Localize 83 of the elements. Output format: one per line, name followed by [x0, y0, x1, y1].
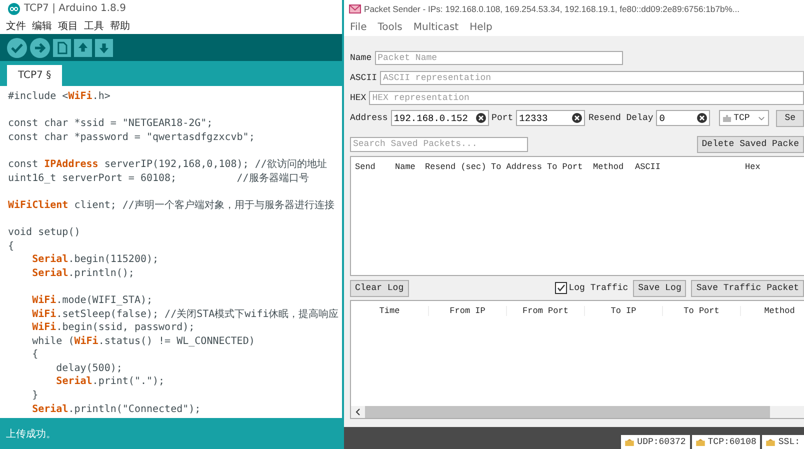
port-indicator: TCP:60108	[692, 435, 760, 449]
file-tab[interactable]: TCP7 §	[7, 65, 62, 86]
port-icon	[766, 438, 776, 446]
menu-item[interactable]: 项目	[58, 18, 78, 32]
column-header[interactable]: Hex	[745, 162, 804, 172]
code-line: const char *ssid = "NETGEAR18-2G";	[8, 117, 213, 131]
envelope-icon	[349, 3, 361, 15]
column-header[interactable]: From Port	[507, 306, 585, 316]
address-field[interactable]: 192.168.0.152	[390, 110, 489, 126]
status-message: 上传成功。	[6, 428, 56, 440]
field-label: Port	[492, 113, 514, 123]
code-line: #include <WiFi.h>	[8, 90, 110, 104]
document-icon[interactable]	[53, 38, 71, 56]
menu-item[interactable]: Tools	[378, 22, 402, 32]
column-header[interactable]: To Address	[491, 162, 547, 172]
menu-item[interactable]: Help	[470, 22, 492, 32]
network-icon	[722, 114, 731, 122]
protocol-dropdown[interactable]: TCP	[718, 110, 770, 126]
field-label: ASCII	[350, 73, 378, 83]
column-header[interactable]: Send	[355, 162, 395, 172]
checkmark-icon	[556, 283, 566, 293]
save-traffic-packets-button[interactable]: Save Traffic Packet	[691, 280, 804, 296]
check-icon[interactable]	[7, 38, 27, 58]
code-line: {	[8, 240, 14, 254]
code-line: const IPAddress serverIP(192,168,0,108); //欲访问的地址	[8, 158, 327, 172]
column-header[interactable]: To Port	[663, 306, 741, 316]
delete-saved-packets-button[interactable]: Delete Saved Packe	[696, 136, 804, 152]
port-field[interactable]: 12333	[516, 110, 586, 126]
clear-icon[interactable]	[572, 113, 582, 123]
column-header[interactable]: To Port	[547, 162, 593, 172]
column-header[interactable]: Method	[741, 306, 804, 316]
menu-item[interactable]: 文件	[6, 18, 26, 32]
code-line: Serial.println();	[31, 266, 134, 280]
column-header[interactable]: Name	[395, 162, 425, 172]
column-header[interactable]: Method	[593, 162, 635, 172]
code-line: while (WiFi.status() != WL_CONNECTED)	[31, 334, 255, 348]
code-line: delay(500);	[55, 362, 122, 376]
code-line: WiFi.begin(ssid, password);	[31, 321, 195, 335]
port-indicator: UDP:60372	[621, 435, 690, 449]
menu-item[interactable]: 编辑	[32, 18, 52, 32]
code-line: WiFiClient client; //声明一个客户端对象，用于与服务器进行连接	[8, 198, 334, 212]
chevron-down-icon	[758, 116, 766, 120]
menu-item[interactable]: File	[350, 22, 367, 32]
resend-delay-field[interactable]: 0	[656, 110, 710, 126]
menu-item[interactable]: 帮助	[110, 18, 130, 32]
column-header[interactable]: Time	[351, 306, 429, 316]
search-field[interactable]: Search Saved Packets...	[350, 136, 528, 152]
code-line: uint16_t serverPort = 60108; //服务器端口号	[8, 172, 309, 186]
code-line: Serial.begin(115200);	[31, 253, 159, 267]
port-icon	[625, 438, 634, 446]
port-indicator: SSL:	[762, 435, 804, 449]
column-header[interactable]: To IP	[585, 306, 663, 316]
clear-icon[interactable]	[696, 113, 707, 123]
menu-item[interactable]: Multicast	[413, 22, 459, 32]
code-line: }	[31, 389, 38, 403]
horizontal-scrollbar[interactable]	[351, 406, 804, 418]
code-line: Serial.print(".");	[55, 375, 165, 390]
code-line: const char *password = "qwertasdfgzxcvb";	[8, 130, 255, 144]
code-line: {	[31, 348, 38, 362]
name-field[interactable]: Packet Name	[374, 51, 623, 65]
field-label: Name	[350, 53, 372, 63]
arduino-logo-icon	[8, 2, 20, 14]
code-line: WiFi.mode(WIFI_STA);	[31, 294, 153, 308]
column-header[interactable]: Resend (sec)	[425, 162, 491, 172]
clear-icon[interactable]	[476, 113, 486, 123]
field-label: Resend Delay	[588, 113, 654, 123]
send-button[interactable]: Se	[776, 110, 804, 126]
column-header[interactable]: From IP	[429, 306, 507, 316]
clear-log-button[interactable]: Clear Log	[350, 280, 409, 296]
field-label: HEX	[350, 93, 366, 103]
menu-item[interactable]: 工具	[84, 18, 104, 32]
save-log-button[interactable]: Save Log	[633, 280, 686, 296]
code-line: void setup()	[8, 226, 80, 240]
code-line: WiFi.setSleep(false); //关闭STA模式下wifi休眠，提高响应	[31, 308, 339, 322]
column-header[interactable]: ASCII	[635, 162, 745, 172]
hex-field[interactable]: HEX representation	[369, 91, 804, 105]
field-label: Address	[350, 113, 388, 123]
window-title: Packet Sender - IPs: 192.168.0.108, 169.254.53.34, 192.168.19.1, fe80::dd09:2e89:6756:1b7b%...	[364, 4, 740, 14]
port-icon	[696, 438, 705, 446]
log-traffic-checkbox[interactable]: Log Traffic	[554, 282, 628, 294]
code-line: Serial.println("Connected");	[31, 402, 201, 416]
ascii-field[interactable]: ASCII representation	[380, 71, 804, 85]
window-title: TCP7 | Arduino 1.8.9	[24, 3, 126, 14]
